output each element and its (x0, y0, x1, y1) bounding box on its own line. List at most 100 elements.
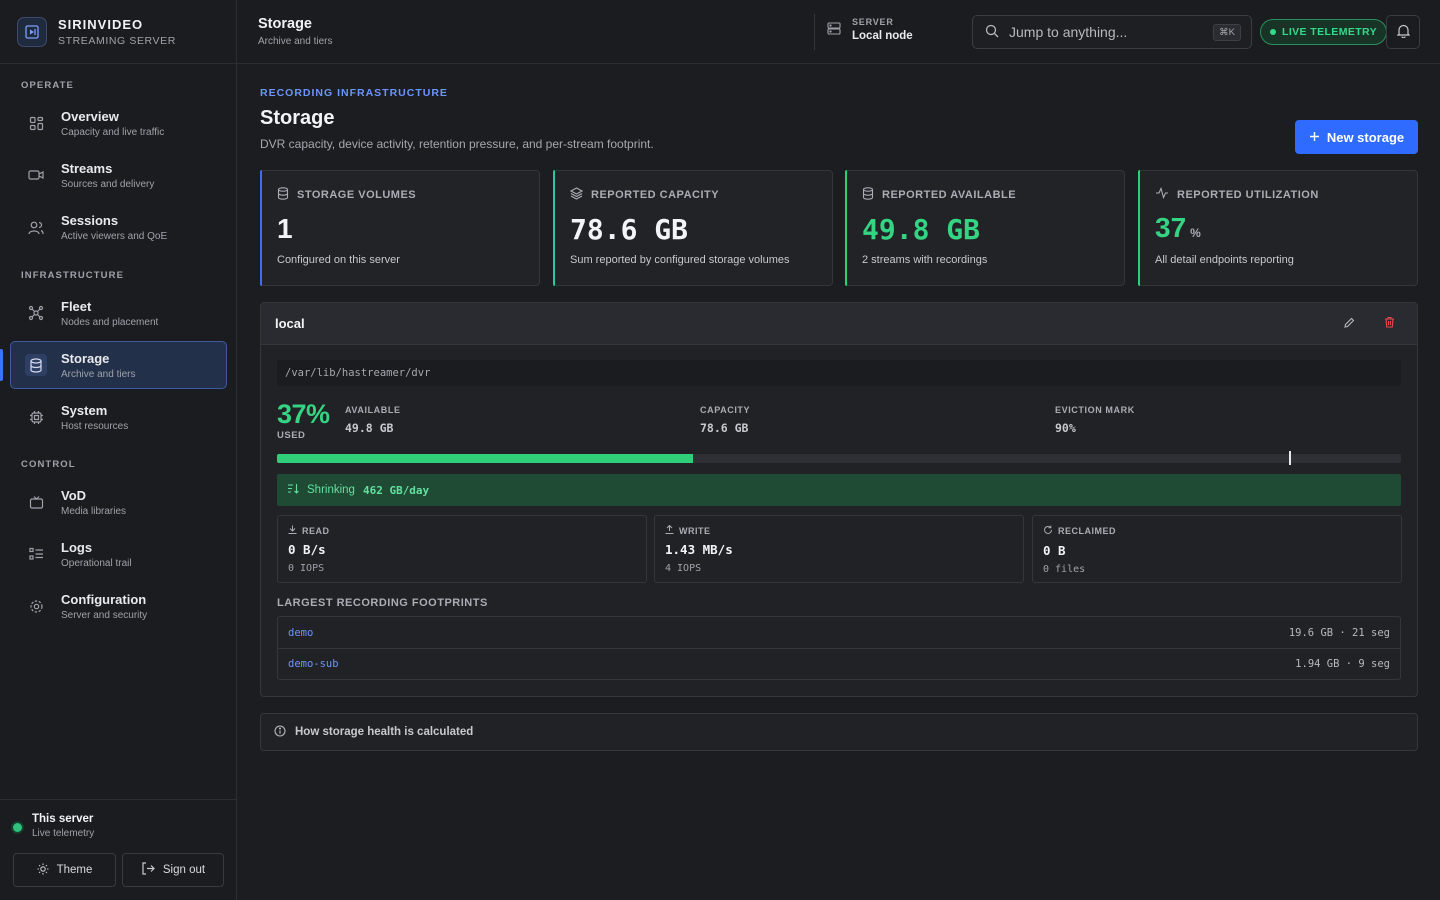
server-value: Local node (852, 30, 913, 42)
brand-subtitle: STREAMING SERVER (58, 34, 176, 47)
stat-label: STORAGE VOLUMES (297, 189, 417, 201)
io-label: RECLAIMED (1058, 526, 1116, 536)
sidebar-item-label: Logs (61, 539, 93, 555)
bell-icon (1396, 24, 1410, 41)
stat-card-volumes: STORAGE VOLUMES 1 Configured on this ser… (260, 170, 540, 286)
sidebar-item-sub: Media libraries (61, 505, 127, 517)
sidebar-item-vod[interactable]: VoD Media libraries (10, 478, 227, 526)
volume-path: /var/lib/hastreamer/dvr (277, 360, 1401, 386)
sidebar-footer: This server Live telemetry Theme Sign ou… (0, 799, 237, 900)
server-status: This server Live telemetry (13, 813, 94, 839)
plus-icon (1309, 130, 1320, 145)
live-telemetry-badge[interactable]: LIVE TELEMETRY (1260, 19, 1388, 45)
status-dot-icon (13, 823, 22, 832)
io-value: 0 B (1043, 543, 1066, 558)
sidebar-item-logs[interactable]: Logs Operational trail (10, 530, 227, 578)
sidebar-item-sub: Capacity and live traffic (61, 126, 165, 138)
database-icon (277, 187, 289, 203)
theme-button[interactable]: Theme (13, 853, 116, 887)
page-title: Storage (260, 107, 335, 129)
new-storage-label: New storage (1326, 129, 1405, 145)
search-icon (985, 24, 999, 41)
gear-icon (25, 595, 47, 617)
nav-section-operate: OPERATE (21, 80, 74, 91)
sidebar-item-label: Streams (61, 160, 113, 176)
stat-value: 78.6 GB (570, 213, 832, 246)
search-shortcut: ⌘K (1213, 23, 1241, 41)
sidebar-item-label: System (61, 402, 108, 418)
new-storage-button[interactable]: New storage (1295, 120, 1418, 154)
storage-volume-panel: local /var/lib/hastreamer/dvr 37% USED A… (260, 302, 1418, 697)
sign-out-icon (141, 862, 155, 878)
edit-button[interactable] (1337, 312, 1361, 336)
stat-unit: % (1190, 226, 1201, 240)
footprint-name[interactable]: demo-sub (288, 658, 1295, 670)
io-value: 1.43 MB/s (665, 542, 733, 557)
sidebar-item-sub: Server and security (61, 609, 148, 621)
eviction-metric: EVICTION MARK 90% (1055, 405, 1135, 435)
footprint-meta: 19.6 GB · 21 seg (1288, 626, 1390, 639)
io-sub: 0 IOPS (288, 563, 325, 574)
sidebar-item-label: Overview (61, 108, 119, 124)
sidebar-item-sessions[interactable]: Sessions Active viewers and QoE (10, 203, 227, 251)
sidebar: SIRINVIDEO STREAMING SERVER OPERATE Over… (0, 0, 237, 900)
sun-icon (37, 863, 49, 878)
eviction-label: EVICTION MARK (1055, 405, 1135, 415)
stat-number: 78.6 GB (570, 213, 689, 246)
eviction-value: 90% (1055, 421, 1076, 435)
stat-card-capacity: REPORTED CAPACITY 78.6 GB Sum reported b… (553, 170, 833, 286)
sidebar-item-label: Configuration (61, 591, 147, 607)
sidebar-item-sub: Host resources (61, 420, 129, 432)
usage-bar-fill (277, 454, 693, 463)
refresh-icon (1043, 525, 1053, 537)
sidebar-item-configuration[interactable]: Configuration Server and security (10, 582, 227, 630)
search-input[interactable]: Jump to anything... ⌘K (972, 15, 1252, 49)
database-icon (862, 187, 874, 203)
layers-icon (569, 187, 584, 203)
sidebar-item-sub: Sources and delivery (61, 178, 155, 190)
io-write: WRITE 1.43 MB/s 4 IOPS (654, 515, 1024, 583)
io-sub: 0 files (1043, 564, 1086, 575)
sidebar-item-sub: Operational trail (61, 557, 132, 569)
health-info-toggle[interactable]: How storage health is calculated (260, 713, 1418, 751)
sign-out-button[interactable]: Sign out (122, 853, 224, 887)
io-value: 0 B/s (288, 542, 326, 557)
capacity-label: CAPACITY (700, 405, 751, 415)
sidebar-item-system[interactable]: System Host resources (10, 393, 227, 441)
footprint-row[interactable]: demo 19.6 GB · 21 seg (278, 617, 1400, 648)
server-status-title: This server (32, 813, 94, 825)
eviction-marker (1288, 451, 1291, 465)
stat-number: 1 (277, 213, 293, 244)
cpu-icon (25, 406, 47, 428)
server-label: SERVER (852, 17, 894, 27)
delete-button[interactable] (1377, 312, 1401, 336)
sidebar-item-streams[interactable]: Streams Sources and delivery (10, 151, 227, 199)
page-eyebrow: RECORDING INFRASTRUCTURE (260, 87, 448, 99)
tv-icon (25, 491, 47, 513)
capacity-metric: CAPACITY 78.6 GB (700, 405, 750, 435)
io-read: READ 0 B/s 0 IOPS (277, 515, 647, 583)
sidebar-item-overview[interactable]: Overview Capacity and live traffic (10, 99, 227, 147)
stat-card-available: REPORTED AVAILABLE 49.8 GB 2 streams wit… (845, 170, 1125, 286)
sidebar-item-storage[interactable]: Storage Archive and tiers (10, 341, 227, 389)
sidebar-item-fleet[interactable]: Fleet Nodes and placement (10, 289, 227, 337)
stat-label: REPORTED AVAILABLE (882, 189, 1017, 201)
sidebar-item-sub: Active viewers and QoE (61, 230, 168, 242)
list-icon (25, 543, 47, 565)
footprint-name[interactable]: demo (288, 627, 1289, 639)
footprints-title: LARGEST RECORDING FOOTPRINTS (277, 597, 488, 609)
footprint-row[interactable]: demo-sub 1.94 GB · 9 seg (278, 648, 1400, 679)
sidebar-item-sub: Archive and tiers (61, 368, 136, 380)
server-selector[interactable]: SERVER Local node (827, 17, 913, 42)
trend-value: 462 GB/day (362, 483, 430, 497)
brand-title: SIRINVIDEO (58, 16, 144, 32)
notifications-button[interactable] (1386, 15, 1420, 49)
live-telemetry-label: LIVE TELEMETRY (1282, 26, 1378, 38)
download-icon (288, 525, 297, 536)
database-icon (25, 354, 47, 376)
used-percent: 37% (277, 399, 330, 429)
server-icon (827, 21, 841, 38)
stat-value: 37% (1155, 212, 1417, 244)
brand[interactable]: SIRINVIDEO STREAMING SERVER (0, 0, 236, 64)
available-metric: AVAILABLE 49.8 GB (345, 405, 401, 435)
